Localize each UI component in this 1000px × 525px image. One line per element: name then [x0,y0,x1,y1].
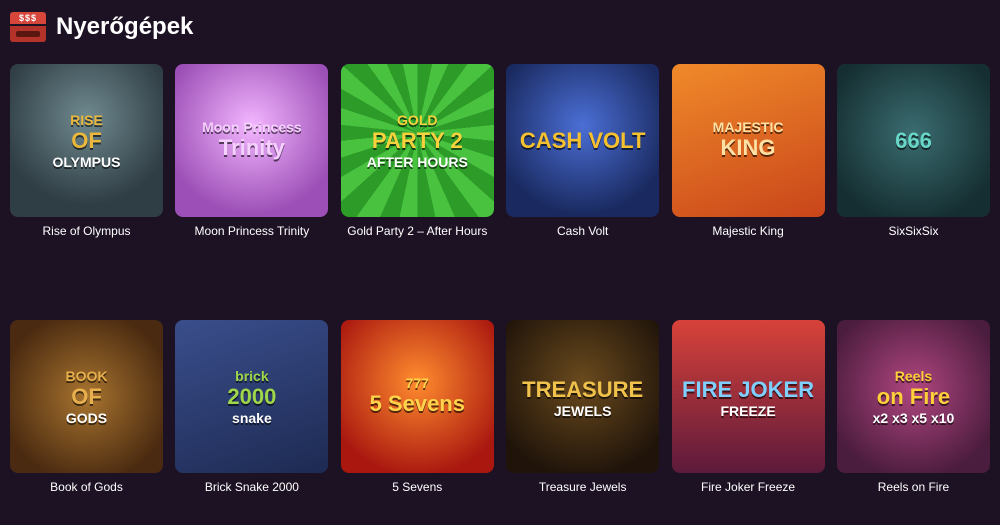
game-logo-line: 2000 [227,383,277,409]
game-card[interactable]: 666 SixSixSix [836,64,990,269]
game-logo: BOOK OF GODS [60,369,114,425]
game-logo-line: 666 [895,127,932,153]
game-logo-line: brick [235,367,269,384]
game-card[interactable]: RISE OF OLYMPUS Rise of Olympus [10,64,163,269]
game-card[interactable]: TREASURE JEWELS Treasure Jewels [506,320,660,525]
game-logo: MAJESTIC KING [707,120,790,162]
game-logo-line: KING [720,134,776,160]
game-grid: RISE OF OLYMPUS Rise of Olympus Moon Princes… [10,64,990,525]
game-logo-line: TREASURE [522,376,644,402]
game-logo-line: 777 [405,374,429,391]
game-title[interactable]: Gold Party 2 – After Hours [341,224,494,238]
game-thumbnail[interactable]: MAJESTIC KING [671,64,825,217]
game-logo: FIRE JOKER FREEZE [676,376,820,418]
game-title[interactable]: Treasure Jewels [506,480,659,494]
game-logo-line: FREEZE [720,402,776,419]
game-logo-line: BOOK [65,367,108,384]
game-title[interactable]: Book of Gods [10,480,163,494]
game-title[interactable]: Rise of Olympus [10,224,163,238]
game-thumbnail[interactable]: 666 [836,64,990,217]
game-logo: Reels on Fire x2 x3 x5 x10 [867,369,961,425]
game-card[interactable]: Reels on Fire x2 x3 x5 x10 Reels on Fire [836,320,990,525]
section-header: $$$ Nyerőgépek [10,10,193,44]
game-title[interactable]: 5 Sevens [341,480,494,494]
game-title[interactable]: Majestic King [672,224,825,238]
game-logo-line: MAJESTIC [712,118,784,135]
section-title: Nyerőgépek [56,13,194,40]
game-logo-line: Moon Princess [202,118,302,135]
game-logo-line: PARTY 2 [371,127,463,153]
slot-machine-icon: $$$ [10,12,46,42]
game-logo: 777 5 Sevens [364,376,471,418]
game-thumbnail[interactable]: 777 5 Sevens [340,320,494,473]
game-title[interactable]: Reels on Fire [837,480,990,494]
game-logo: CASH VOLT [514,127,651,155]
game-card[interactable]: MAJESTIC KING Majestic King [671,64,825,269]
game-logo-line: 5 Sevens [369,390,465,416]
game-logo-line: GOLD [397,111,438,128]
game-thumbnail[interactable]: BOOK OF GODS [10,320,163,473]
game-logo: GOLD PARTY 2 AFTER HOURS [361,113,474,169]
game-logo-line: on Fire [876,383,951,409]
game-thumbnail[interactable]: Reels on Fire x2 x3 x5 x10 [836,320,990,473]
game-logo-line: FIRE JOKER [682,376,815,402]
game-card[interactable]: CASH VOLT Cash Volt [506,64,660,269]
game-thumbnail[interactable]: FIRE JOKER FREEZE [671,320,825,473]
game-logo: TREASURE JEWELS [516,376,649,418]
game-title[interactable]: Moon Princess Trinity [175,224,328,238]
game-logo-line: OF [71,383,102,409]
game-logo-line: RISE [70,111,103,128]
game-logo: 666 [889,127,938,155]
game-card[interactable]: FIRE JOKER FREEZE Fire Joker Freeze [671,320,825,525]
game-logo-line: OLYMPUS [52,153,121,170]
game-title[interactable]: SixSixSix [837,224,990,238]
game-thumbnail[interactable]: GOLD PARTY 2 AFTER HOURS [340,64,494,217]
game-logo-line: Reels [894,367,933,384]
game-logo: brick 2000 snake [221,369,282,425]
game-card[interactable]: brick 2000 snake Brick Snake 2000 [175,320,329,525]
game-card[interactable]: GOLD PARTY 2 AFTER HOURS Gold Party 2 – Aft… [340,64,494,269]
game-logo-line: CASH VOLT [519,127,646,153]
game-logo-line: Trinity [218,134,285,160]
game-thumbnail[interactable]: Moon Princess Trinity [175,64,329,217]
game-logo-line: JEWELS [553,402,612,419]
game-logo: RISE OF OLYMPUS [47,113,127,169]
game-thumbnail[interactable]: CASH VOLT [506,64,660,217]
game-logo: Moon Princess Trinity [196,120,308,162]
game-card[interactable]: BOOK OF GODS Book of Gods [10,320,163,525]
game-logo-line: AFTER HOURS [366,153,468,170]
game-thumbnail[interactable]: brick 2000 snake [175,320,329,473]
game-card[interactable]: 777 5 Sevens 5 Sevens [340,320,494,525]
game-title[interactable]: Fire Joker Freeze [672,480,825,494]
game-title[interactable]: Brick Snake 2000 [175,480,328,494]
game-thumbnail[interactable]: RISE OF OLYMPUS [10,64,163,217]
game-title[interactable]: Cash Volt [506,224,659,238]
game-thumbnail[interactable]: TREASURE JEWELS [506,320,660,473]
game-card[interactable]: Moon Princess Trinity Moon Princess Trinit… [175,64,329,269]
game-logo-line: x2 x3 x5 x10 [872,409,955,426]
game-logo-line: OF [71,127,102,153]
game-logo-line: snake [232,409,272,426]
game-logo-line: GODS [65,409,108,426]
